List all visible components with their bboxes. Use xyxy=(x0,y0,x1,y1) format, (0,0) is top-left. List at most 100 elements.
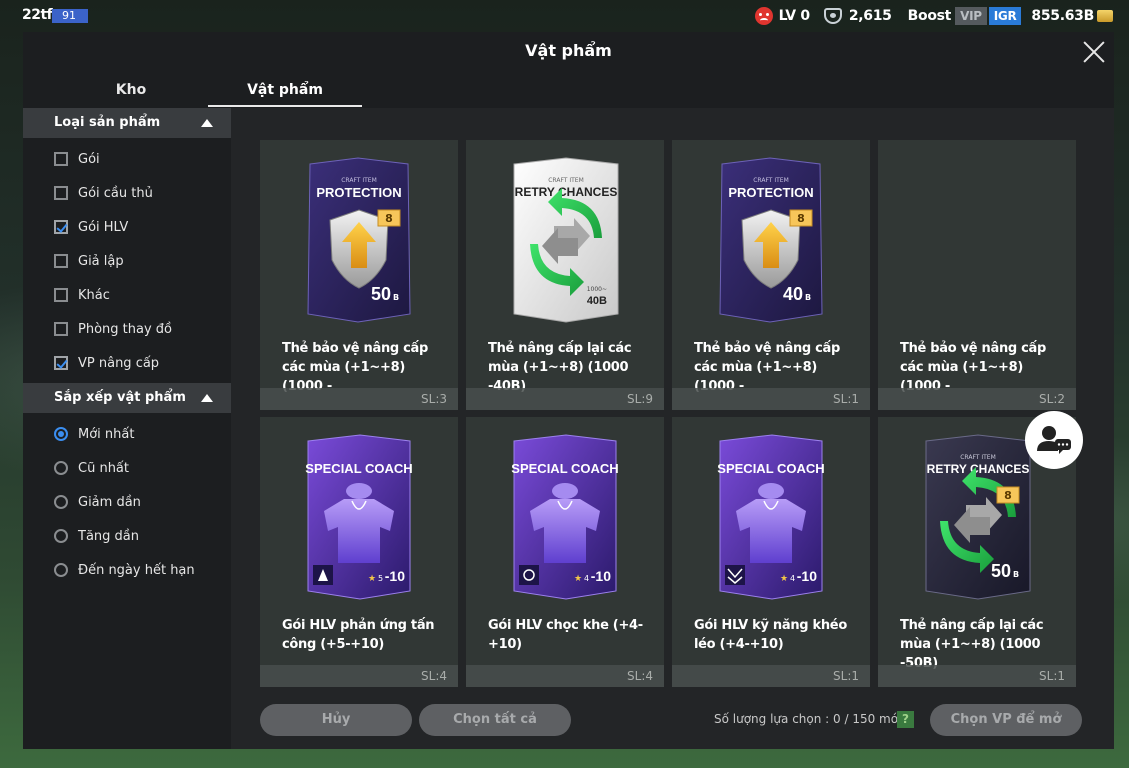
tab-vat-pham[interactable]: Vật phẩm xyxy=(208,82,362,107)
select-all-button[interactable]: Chọn tất cả xyxy=(419,704,571,736)
filter-vp-nang-cap[interactable]: VP nâng cấp xyxy=(54,353,159,373)
tab-kho[interactable]: Kho xyxy=(53,82,209,98)
money-amount: 855.63B xyxy=(1031,8,1094,24)
sort-header[interactable]: Sắp xếp vật phẩm xyxy=(23,383,231,413)
card-sub: 1000~ xyxy=(587,286,607,293)
modal-title: Vật phẩm xyxy=(525,41,612,60)
coin-shield-icon xyxy=(823,8,842,24)
card-title: RETRY CHANCES xyxy=(927,462,1030,476)
radio[interactable] xyxy=(54,461,68,475)
filter-goi-hlv[interactable]: Gói HLV xyxy=(54,217,128,237)
coach-grade: 4 xyxy=(584,574,589,583)
sort-label: Giảm dần xyxy=(78,494,141,510)
gold-bar-icon xyxy=(1097,10,1113,22)
filter-goi[interactable]: Gói xyxy=(54,149,100,169)
item-card[interactable]: CRAFT ITEM RETRY CHANCES 1000~ 40B Thẻ n… xyxy=(466,140,664,410)
card-top-label: CRAFT ITEM xyxy=(960,454,996,461)
level-text: LV 0 xyxy=(778,8,811,24)
checkbox[interactable] xyxy=(54,254,68,268)
card-value: 50 xyxy=(371,284,391,304)
card-title: RETRY CHANCES xyxy=(515,185,618,199)
card-title: SPECIAL COACH xyxy=(511,461,618,476)
checkbox-checked[interactable] xyxy=(54,356,68,370)
product-type-header[interactable]: Loại sản phẩm xyxy=(23,108,231,138)
filter-phong-thay-do[interactable]: Phòng thay đồ xyxy=(54,319,172,339)
item-count: SL:3 xyxy=(421,392,447,406)
sort-label: Cũ nhất xyxy=(78,460,129,476)
team-name: 22tf xyxy=(22,7,53,23)
sort-newest[interactable]: Mới nhất xyxy=(54,424,134,444)
igr-badge: IGR xyxy=(988,7,1022,25)
item-card[interactable]: Thẻ bảo vệ nâng cấp các mùa (+1~+8)(1000… xyxy=(878,140,1076,410)
item-name: Gói HLV kỹ năng khéo léo (+4-+10) xyxy=(694,618,847,652)
item-count: SL:1 xyxy=(833,392,859,406)
sort-ascending[interactable]: Tăng dần xyxy=(54,526,139,546)
item-footer: SL:2 xyxy=(878,388,1076,410)
help-icon[interactable]: ? xyxy=(897,711,914,728)
card-top-label: CRAFT ITEM xyxy=(341,177,377,184)
top-status-bar: 22tf 91 LV 0 2,615 Boost VIP IGR 855.63B xyxy=(0,0,1129,32)
radio[interactable] xyxy=(54,495,68,509)
modal-header: Vật phẩm xyxy=(23,32,1114,72)
item-image: CRAFT ITEM RETRY CHANCES 1000~ 40B xyxy=(466,140,664,330)
support-chat-button[interactable] xyxy=(1025,411,1083,469)
filter-label: VP nâng cấp xyxy=(78,355,160,371)
checkbox[interactable] xyxy=(54,186,68,200)
item-footer: SL:1 xyxy=(672,665,870,687)
item-footer: SL:4 xyxy=(466,665,664,687)
item-card[interactable]: CRAFT ITEM PROTECTION 8 50 B Thẻ bảo vệ … xyxy=(260,140,458,410)
item-name: Gói HLV chọc khe (+4-+10) xyxy=(488,618,643,652)
filter-khac[interactable]: Khác xyxy=(54,285,110,305)
coach-grade: 5 xyxy=(378,574,383,583)
svg-text:★: ★ xyxy=(780,574,788,584)
radio[interactable] xyxy=(54,563,68,577)
item-image: SPECIAL COACH ★ 4 -10 xyxy=(466,417,664,607)
item-grid: CRAFT ITEM PROTECTION 8 50 B Thẻ bảo vệ … xyxy=(260,140,1077,687)
item-count: SL:4 xyxy=(421,669,447,683)
svg-text:★: ★ xyxy=(368,574,376,584)
item-footer: SL:3 xyxy=(260,388,458,410)
close-icon[interactable] xyxy=(1082,40,1106,64)
item-image: SPECIAL COACH ★ 5 -10 xyxy=(260,417,458,607)
team-ovr-badge: 91 xyxy=(52,9,88,23)
boost-label[interactable]: Boost xyxy=(908,8,952,24)
checkbox[interactable] xyxy=(54,288,68,302)
item-card[interactable]: CRAFT ITEM PROTECTION 8 40 B Thẻ bảo vệ … xyxy=(672,140,870,410)
filter-label: Khác xyxy=(78,287,110,303)
sort-descending[interactable]: Giảm dần xyxy=(54,492,141,512)
checkbox-checked[interactable] xyxy=(54,220,68,234)
card-value: 50 xyxy=(991,561,1011,581)
filter-gia-lap[interactable]: Giả lập xyxy=(54,251,124,271)
sort-label: Tăng dần xyxy=(78,528,139,544)
sort-label: Mới nhất xyxy=(78,426,135,442)
collapse-arrow-icon xyxy=(201,394,213,402)
radio-selected[interactable] xyxy=(54,427,68,441)
level-badge: 8 xyxy=(1004,489,1012,502)
filter-goi-cau-thu[interactable]: Gói cầu thủ xyxy=(54,183,153,203)
radio[interactable] xyxy=(54,529,68,543)
sort-oldest[interactable]: Cũ nhất xyxy=(54,458,129,478)
card-top-label: CRAFT ITEM xyxy=(548,177,584,184)
checkbox[interactable] xyxy=(54,322,68,336)
card-title: PROTECTION xyxy=(728,185,813,200)
item-card[interactable]: SPECIAL COACH ★ 4 -10 Gói HLV kỹ năng kh… xyxy=(672,417,870,687)
filter-label: Gói xyxy=(78,151,100,167)
item-card[interactable]: SPECIAL COACH ★ 4 -10 Gói HLV chọc khe (… xyxy=(466,417,664,687)
vip-badge: VIP xyxy=(955,7,987,25)
item-name: Gói HLV phản ứng tấn công (+5-+10) xyxy=(282,618,435,652)
cancel-button[interactable]: Hủy xyxy=(260,704,412,736)
card-unit: B xyxy=(393,293,399,302)
card-title: SPECIAL COACH xyxy=(717,461,824,476)
coach-range: -10 xyxy=(591,568,611,584)
open-selected-button[interactable]: Chọn VP để mở xyxy=(930,704,1082,736)
sort-expiry[interactable]: Đến ngày hết hạn xyxy=(54,560,195,580)
product-type-title: Loại sản phẩm xyxy=(54,115,161,130)
checkbox[interactable] xyxy=(54,152,68,166)
coach-range: -10 xyxy=(797,568,817,584)
level-face-icon xyxy=(754,7,773,25)
item-count: SL:1 xyxy=(833,669,859,683)
card-value: 40B xyxy=(587,295,607,307)
item-count: SL:4 xyxy=(627,669,653,683)
item-card[interactable]: SPECIAL COACH ★ 5 -10 Gói HLV phản ứng t… xyxy=(260,417,458,687)
sort-title: Sắp xếp vật phẩm xyxy=(54,390,186,405)
